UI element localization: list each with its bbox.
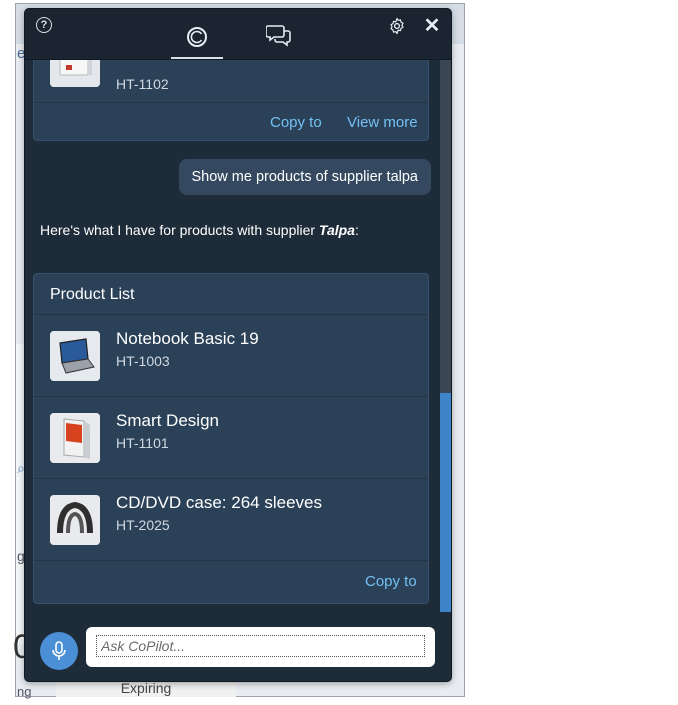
gear-icon — [390, 17, 404, 35]
microphone-icon — [52, 641, 66, 660]
close-icon: ✕ — [423, 14, 441, 37]
bot-message-emphasis: Talpa — [318, 222, 355, 238]
product-list-header: Product List — [34, 274, 428, 315]
copy-to-link[interactable]: Copy to — [270, 114, 322, 131]
product-id: HT-1101 — [116, 435, 169, 451]
list-item[interactable]: CD/DVD case: 264 sleeves HT-2025 — [34, 479, 428, 561]
product-name: Smart Design — [116, 411, 219, 430]
list-item[interactable]: Notebook Basic 19 HT-1003 — [34, 315, 428, 397]
product-thumbnail — [50, 331, 100, 381]
chat-bubbles-icon — [266, 25, 291, 47]
active-tab-indicator — [171, 57, 223, 59]
product-id: HT-2025 — [116, 517, 170, 533]
tab-copilot[interactable] — [171, 17, 223, 59]
copilot-panel: ? ✕ HT-1102 Copy to View more Show me pr… — [25, 9, 451, 681]
product-thumbnail — [50, 495, 100, 545]
user-message-bubble: Show me products of supplier talpa — [178, 159, 431, 195]
view-more-link[interactable]: View more — [347, 114, 418, 131]
input-footer — [25, 613, 451, 681]
background-link-fragment: ⌕ — [17, 460, 25, 476]
background-text-fragment: g — [17, 548, 25, 564]
background-text-fragment: ng — [17, 684, 32, 699]
copy-to-link[interactable]: Copy to — [365, 573, 417, 590]
bot-message: Here's what I have for products with sup… — [40, 220, 370, 240]
bot-message-text: Here's what I have for products with sup… — [40, 222, 319, 238]
product-thumbnail — [50, 413, 100, 463]
microphone-button[interactable] — [40, 632, 78, 670]
product-list-title: Product List — [50, 286, 135, 303]
help-button[interactable]: ? — [33, 14, 55, 36]
list-item[interactable]: Smart Design HT-1101 — [34, 397, 428, 479]
list-item[interactable]: HT-1102 — [34, 60, 428, 103]
help-icon: ? — [36, 17, 52, 33]
conversation-area[interactable]: HT-1102 Copy to View more Show me produc… — [25, 60, 451, 612]
settings-button[interactable] — [385, 14, 409, 38]
bot-message-suffix: : — [354, 222, 359, 238]
card-actions: Copy to — [34, 561, 428, 601]
close-button[interactable]: ✕ — [420, 13, 444, 37]
ask-copilot-input[interactable] — [96, 635, 425, 657]
previous-product-card: HT-1102 Copy to View more — [33, 60, 429, 141]
product-thumbnail — [50, 60, 100, 87]
panel-header: ? ✕ — [25, 9, 451, 60]
product-name: Notebook Basic 19 — [116, 329, 259, 348]
product-name: CD/DVD case: 264 sleeves — [116, 493, 322, 512]
ask-copilot-field — [86, 627, 435, 667]
scrollbar-thumb[interactable] — [440, 393, 451, 612]
product-list-card: Product List Notebook Basic 19 HT-1003 S… — [33, 273, 429, 604]
copilot-icon — [187, 27, 207, 47]
product-id: HT-1003 — [116, 353, 170, 369]
tab-chat[interactable] — [261, 17, 297, 53]
product-id: HT-1102 — [116, 76, 169, 92]
card-actions: Copy to View more — [34, 102, 428, 142]
